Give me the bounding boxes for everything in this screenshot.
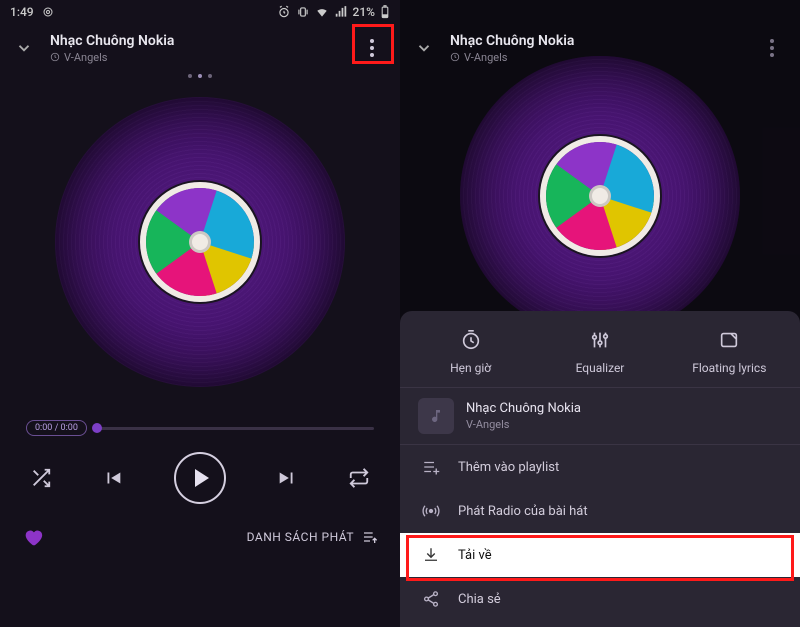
shuffle-button[interactable] bbox=[30, 467, 52, 489]
download-label: Tải về bbox=[458, 548, 492, 563]
download-icon bbox=[420, 546, 442, 564]
floating-lyrics-label: Floating lyrics bbox=[692, 361, 766, 375]
song-title: Nhạc Chuông Nokia bbox=[50, 33, 344, 49]
vibrate-icon bbox=[296, 5, 310, 19]
share-item[interactable]: Chia sẻ bbox=[400, 577, 800, 621]
alarm-icon bbox=[277, 5, 291, 19]
album-art bbox=[400, 86, 800, 306]
battery-percent: 21% bbox=[353, 5, 375, 19]
song-artist: V-Angels bbox=[50, 51, 344, 64]
wifi-icon bbox=[315, 5, 329, 19]
floating-lyrics-option[interactable]: Floating lyrics bbox=[665, 327, 793, 375]
playlist-icon bbox=[362, 529, 378, 545]
playlist-add-icon bbox=[420, 458, 442, 476]
share-icon bbox=[420, 590, 442, 608]
album-art bbox=[0, 92, 400, 392]
collapse-button[interactable] bbox=[410, 34, 438, 62]
sheet-song-artist: V-Angels bbox=[466, 418, 581, 431]
next-button[interactable] bbox=[276, 467, 298, 489]
sheet-song-title: Nhạc Chuông Nokia bbox=[466, 401, 581, 416]
more-options-button[interactable] bbox=[756, 32, 788, 64]
add-playlist-label: Thêm vào playlist bbox=[458, 460, 559, 475]
page-indicator bbox=[0, 74, 400, 78]
play-radio-label: Phát Radio của bài hát bbox=[458, 504, 588, 519]
status-time: 1:49 bbox=[10, 5, 34, 19]
favorite-button[interactable] bbox=[22, 526, 44, 548]
song-title: Nhạc Chuông Nokia bbox=[450, 33, 744, 49]
battery-icon bbox=[380, 5, 390, 19]
timer-label: Hẹn giờ bbox=[450, 361, 491, 375]
play-radio-item[interactable]: Phát Radio của bài hát bbox=[400, 489, 800, 533]
now-playing-header: Nhạc Chuông Nokia V-Angels bbox=[0, 24, 400, 70]
equalizer-option[interactable]: Equalizer bbox=[536, 327, 664, 375]
more-vertical-icon bbox=[770, 39, 774, 57]
more-vertical-icon bbox=[370, 39, 374, 57]
play-icon bbox=[195, 469, 209, 487]
status-bar: 1:49 21% bbox=[0, 0, 400, 24]
sleep-timer-option[interactable]: Hẹn giờ bbox=[407, 327, 535, 375]
queue-label: DANH SÁCH PHÁT bbox=[247, 530, 354, 544]
options-sheet: Hẹn giờ Equalizer Floating lyrics Nhạc C… bbox=[400, 311, 800, 627]
collapse-button[interactable] bbox=[10, 34, 38, 62]
timer-icon bbox=[458, 327, 484, 353]
sheet-song-info: Nhạc Chuông Nokia V-Angels bbox=[400, 387, 800, 445]
target-icon bbox=[42, 6, 54, 18]
repeat-button[interactable] bbox=[348, 467, 370, 489]
floating-lyrics-icon bbox=[716, 327, 742, 353]
add-to-playlist-item[interactable]: Thêm vào playlist bbox=[400, 445, 800, 489]
song-thumbnail bbox=[418, 398, 454, 434]
seek-bar[interactable] bbox=[97, 427, 374, 430]
radio-icon bbox=[420, 502, 442, 520]
play-button[interactable] bbox=[174, 452, 226, 504]
equalizer-label: Equalizer bbox=[576, 361, 625, 375]
signal-icon bbox=[334, 5, 348, 19]
equalizer-icon bbox=[587, 327, 613, 353]
more-options-button[interactable] bbox=[356, 32, 388, 64]
time-indicator: 0:00 / 0:00 bbox=[26, 420, 87, 436]
previous-button[interactable] bbox=[102, 467, 124, 489]
download-item[interactable]: Tải về bbox=[400, 533, 800, 577]
share-label: Chia sẻ bbox=[458, 592, 501, 607]
queue-button[interactable]: DANH SÁCH PHÁT bbox=[247, 529, 378, 545]
